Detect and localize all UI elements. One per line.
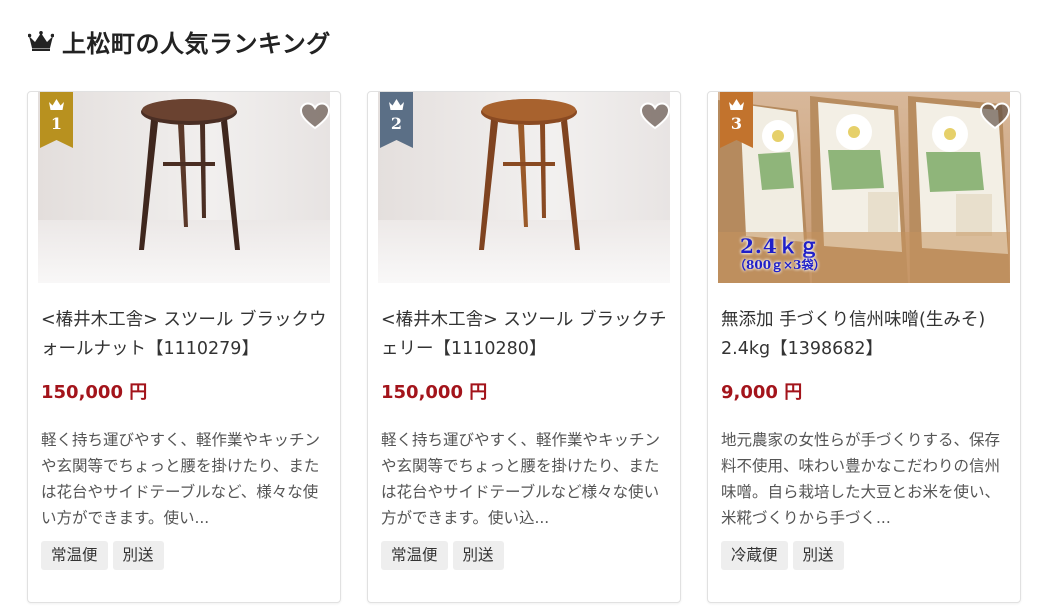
product-image[interactable]: 2.4ｋｇ （800ｇ×3袋） [718,92,1010,283]
product-description: 地元農家の女性らが手づくりする、保存料不使用、味わい豊かなこだわりの信州味噌。自… [721,431,1001,527]
rank-number: 2 [390,114,403,133]
product-image[interactable] [38,92,330,283]
product-card[interactable]: 2 <椿井木工舎> スツール ブラックチェリー【1110280】 150,000… [367,91,681,603]
heart-icon [640,102,670,130]
heart-icon [980,102,1010,130]
image-caption: 2.4ｋｇ [740,234,820,258]
tag-list: 常温便 別送 [381,541,504,570]
product-price: 150,000 円 [41,382,148,403]
crown-icon [28,31,54,51]
product-name[interactable]: <椿井木工舎> スツール ブラックチェリー【1110280】 [381,306,677,364]
product-card[interactable]: 1 <椿井木工舎> スツール ブラックウォールナット【1110279】 150,… [27,91,341,603]
tag-separate: 別送 [452,541,504,570]
product-name[interactable]: 無添加 手づくり信州味噌(生みそ) 2.4kg【1398682】 [721,306,1017,364]
tag-separate: 別送 [792,541,844,570]
stool-walnut-photo [38,92,330,283]
image-subcaption: （800ｇ×3袋） [734,258,826,272]
product-price: 150,000 円 [381,382,488,403]
tag-shipping: 冷蔵便 [721,541,788,570]
rank-badge: 1 [40,92,73,148]
ranking-header: 上松町の人気ランキング [28,24,331,58]
favorite-button[interactable] [300,102,330,130]
favorite-button[interactable] [980,102,1010,130]
stool-cherry-photo [378,92,670,283]
tag-list: 冷蔵便 別送 [721,541,844,570]
product-card[interactable]: 2.4ｋｇ （800ｇ×3袋） 3 無添加 手づくり信州味噌(生みそ) 2.4k… [707,91,1021,603]
product-description: 軽く持ち運びやすく、軽作業やキッチンや玄関等でちょっと腰を掛けたり、または花台や… [381,431,661,527]
rank-badge: 2 [380,92,413,148]
tag-separate: 別送 [112,541,164,570]
rank-number: 1 [50,114,63,133]
tag-shipping: 常温便 [381,541,448,570]
favorite-button[interactable] [640,102,670,130]
tag-list: 常温便 別送 [41,541,164,570]
product-name[interactable]: <椿井木工舎> スツール ブラックウォールナット【1110279】 [41,306,337,364]
rank-number: 3 [730,114,743,133]
tag-shipping: 常温便 [41,541,108,570]
page-title: 上松町の人気ランキング [62,29,331,58]
product-description: 軽く持ち運びやすく、軽作業やキッチンや玄関等でちょっと腰を掛けたり、または花台や… [41,431,321,527]
heart-icon [300,102,330,130]
rank-badge: 3 [720,92,753,148]
product-price: 9,000 円 [721,382,803,403]
product-image[interactable] [378,92,670,283]
